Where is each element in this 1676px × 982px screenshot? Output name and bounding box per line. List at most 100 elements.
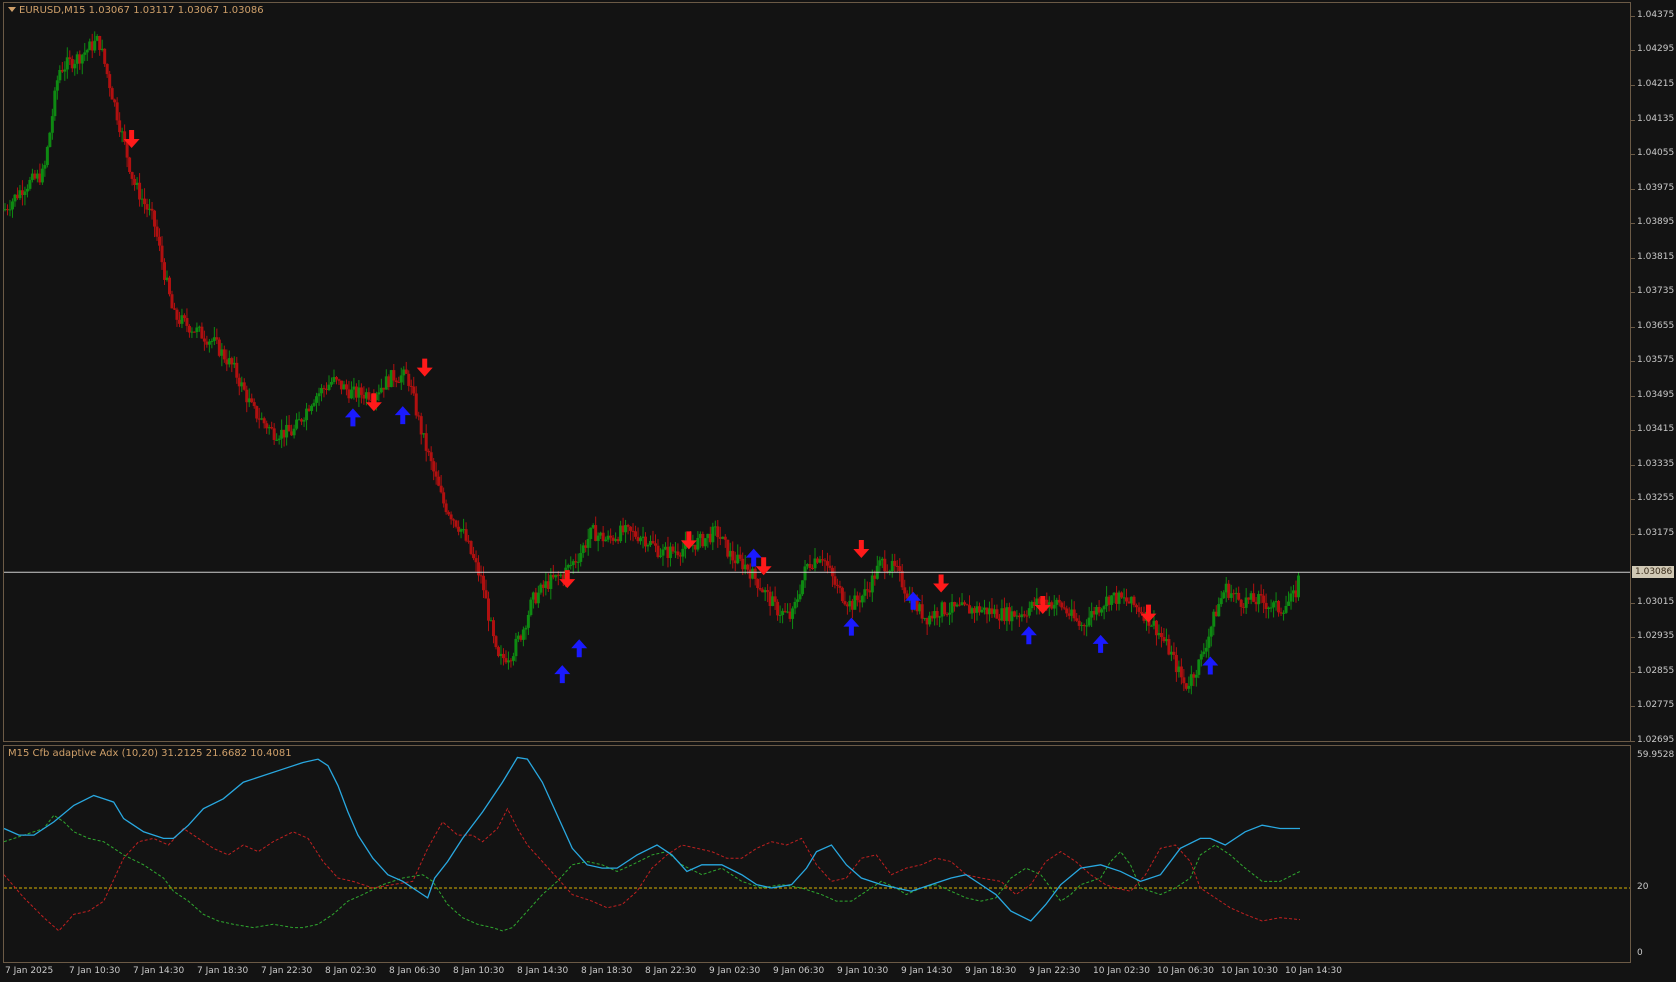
chart-canvas[interactable] (0, 0, 1676, 982)
price-axis-tick (1631, 154, 1635, 156)
candle-body (1060, 602, 1064, 608)
candle-body (10, 201, 14, 210)
candle-body (484, 590, 488, 599)
candle-body (43, 165, 47, 169)
candle-body (501, 653, 505, 659)
candle-body (185, 318, 189, 326)
candle-body (604, 539, 608, 542)
buy-arrow-icon (1202, 656, 1219, 675)
candle-body (210, 340, 214, 342)
candle-body (50, 116, 54, 133)
candle-body (93, 40, 97, 51)
candle-body (143, 198, 147, 205)
candle-body (68, 57, 72, 60)
candle-body (482, 575, 486, 591)
price-axis-tick (1631, 430, 1635, 432)
candle-body (681, 548, 685, 557)
candle-body (671, 546, 675, 552)
candle-body (778, 614, 782, 616)
candle-body (98, 35, 102, 51)
candle-body (172, 308, 176, 310)
candle-body (758, 587, 762, 590)
candle-body (427, 450, 431, 453)
candle-body (128, 157, 132, 173)
candle-body (773, 596, 777, 602)
candle-body (1182, 677, 1186, 684)
candle-body (1207, 636, 1211, 648)
price-axis-tick (1631, 499, 1635, 501)
candle-body (1022, 614, 1026, 616)
candle-body (434, 471, 438, 477)
candle-body (1149, 625, 1153, 627)
candle-body (1204, 647, 1208, 652)
candle-body (1075, 618, 1079, 621)
price-axis-tick (1631, 637, 1635, 639)
candle-body (424, 433, 428, 451)
candle-body (1197, 659, 1201, 675)
price-axis-label: 1.03015 (1637, 596, 1675, 607)
candle-body (639, 537, 643, 542)
candle-body (153, 210, 157, 227)
buy-arrow-icon (571, 639, 588, 658)
candle-body (1284, 605, 1288, 613)
candle-body (103, 48, 107, 64)
candle-body (511, 656, 515, 661)
buy-arrow-icon (394, 406, 411, 425)
candle-body (1057, 599, 1061, 603)
candle-body (55, 80, 59, 91)
candle-body (23, 191, 27, 195)
candle-body (65, 57, 69, 70)
candle-body (536, 592, 540, 604)
indicator-axis-label: 59.9528 (1637, 750, 1675, 760)
candle-body (723, 536, 727, 540)
candle-body (576, 561, 580, 563)
candle-body (464, 529, 468, 541)
candle-body (407, 373, 411, 386)
candle-body (589, 527, 593, 540)
candle-body (1087, 617, 1091, 626)
candle-body (798, 594, 802, 600)
candle-body (529, 599, 533, 615)
candle-body (277, 438, 281, 440)
candle-body (472, 553, 476, 559)
candle-body (1100, 609, 1104, 613)
candle-body (108, 74, 112, 89)
time-axis-label: 8 Jan 22:30 (645, 966, 697, 976)
time-axis-label: 9 Jan 14:30 (901, 966, 953, 976)
candle-body (753, 568, 757, 579)
candle-body (310, 405, 314, 412)
candle-body (449, 514, 453, 520)
candle-body (596, 535, 600, 542)
candle-body (1289, 593, 1293, 602)
candle-body (661, 549, 665, 556)
candle-body (524, 627, 528, 630)
candle-body (833, 576, 837, 585)
candle-body (242, 382, 246, 390)
buy-arrow-icon (344, 408, 361, 427)
price-axis-tick (1631, 257, 1635, 259)
candle-body (609, 535, 613, 538)
candle-body (696, 537, 700, 550)
candle-body (796, 599, 800, 602)
current-price-tag: 1.03086 (1632, 566, 1674, 579)
price-axis-label: 1.03895 (1637, 217, 1675, 228)
candle-body (711, 526, 715, 543)
time-axis-label: 7 Jan 22:30 (261, 966, 313, 976)
adx-line (3, 756, 1300, 922)
candle-body (377, 392, 381, 395)
candle-body (182, 315, 186, 319)
buy-arrow-icon (554, 665, 571, 684)
candle-body (399, 375, 403, 383)
candle-body (349, 389, 353, 399)
price-axis-label: 1.03495 (1637, 389, 1675, 400)
candle-body (629, 526, 633, 531)
candle-body (579, 552, 583, 562)
candle-body (469, 541, 473, 554)
candle-body (651, 540, 655, 544)
candle-body (392, 370, 396, 381)
candle-body (860, 595, 864, 603)
candle-body (200, 326, 204, 339)
candle-body (1239, 599, 1243, 607)
price-axis-tick (1631, 85, 1635, 86)
price-axis-tick (1631, 50, 1635, 52)
